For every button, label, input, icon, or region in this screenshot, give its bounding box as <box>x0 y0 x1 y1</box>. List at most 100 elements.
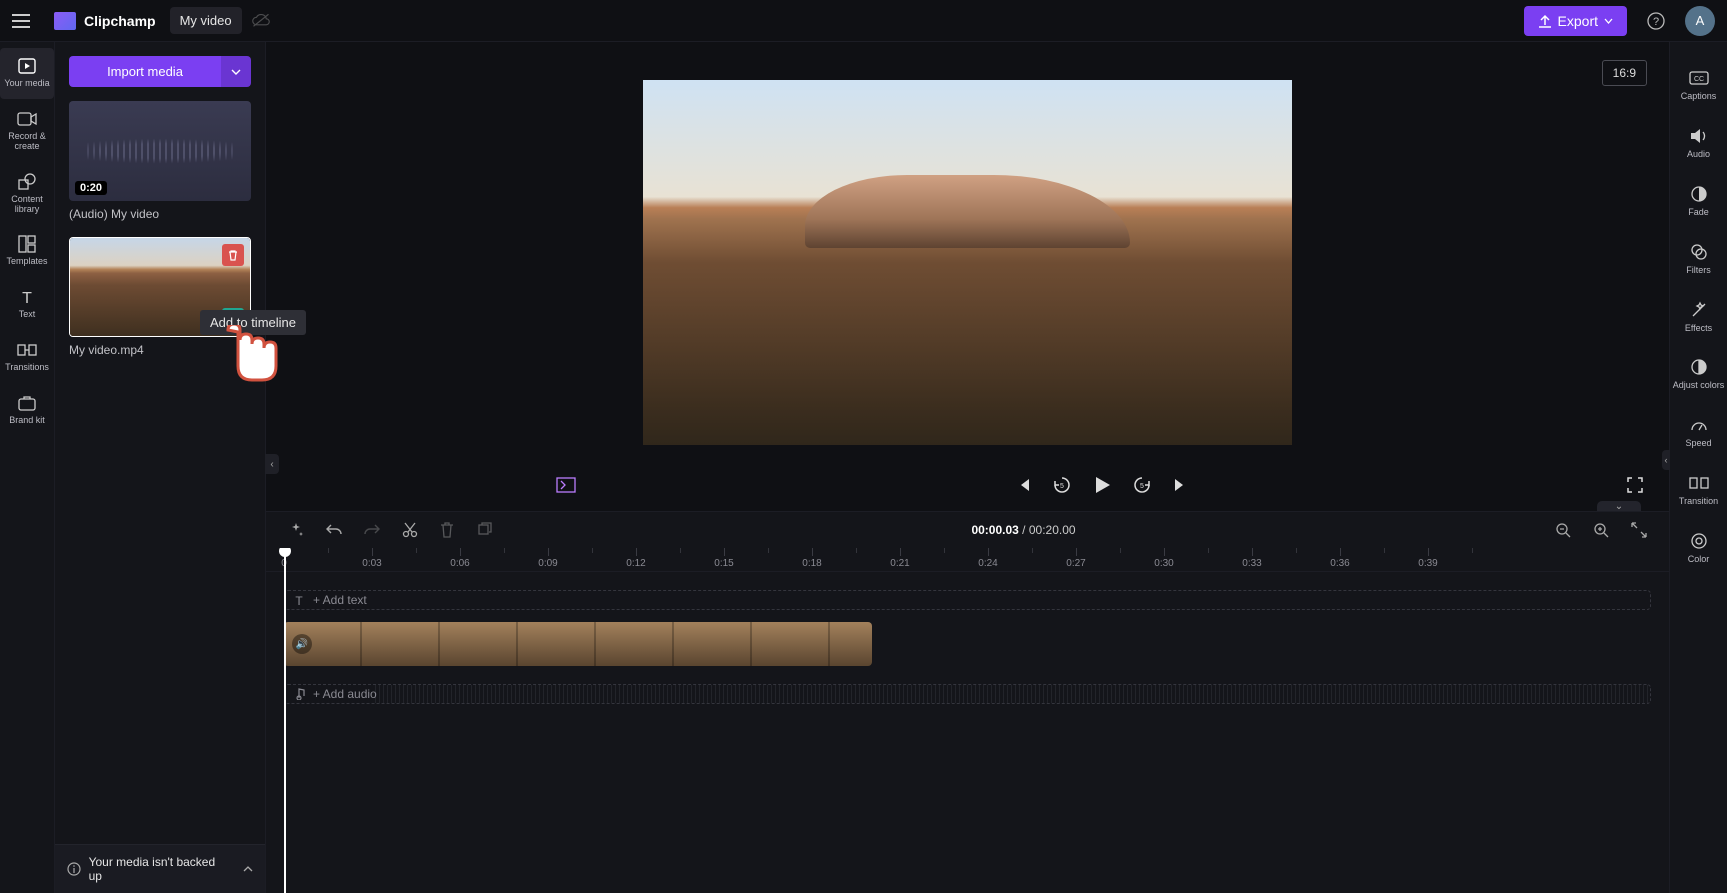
zoom-in-button[interactable] <box>1593 522 1609 538</box>
aspect-ratio-button[interactable]: 16:9 <box>1602 60 1647 86</box>
prop-label: Captions <box>1672 92 1725 102</box>
sidebar-item-label: Templates <box>2 257 52 267</box>
prop-effects[interactable]: Effects <box>1670 290 1727 344</box>
chevron-down-icon <box>231 69 241 75</box>
sidebar-item-label: Record & create <box>2 132 52 152</box>
prop-label: Adjust colors <box>1672 381 1725 391</box>
left-sidebar: Your media Record & create Content libra… <box>0 42 55 893</box>
export-button[interactable]: Export <box>1524 6 1627 36</box>
prop-label: Audio <box>1672 150 1725 160</box>
collapse-timeline-button[interactable]: ⌄ <box>1597 501 1641 511</box>
current-time: 00:00.03 <box>971 523 1018 537</box>
brand[interactable]: Clipchamp <box>54 12 156 30</box>
import-media-button[interactable]: Import media <box>69 56 221 87</box>
magic-icon[interactable] <box>288 522 304 538</box>
wand-icon <box>1672 300 1725 320</box>
delete-media-button[interactable] <box>222 244 244 266</box>
seek-forward-button[interactable]: 5 <box>1133 476 1151 494</box>
templates-icon <box>2 234 52 254</box>
project-title[interactable]: My video <box>170 7 242 34</box>
ruler-mark: 0:24 <box>988 548 1076 571</box>
ruler-mark: 0:33 <box>1252 548 1340 571</box>
skip-end-button[interactable] <box>1173 477 1189 493</box>
captions-icon: CC <box>1672 68 1725 88</box>
add-audio-label: + Add audio <box>313 687 377 701</box>
menu-icon[interactable] <box>12 7 40 35</box>
skip-start-button[interactable] <box>1015 477 1031 493</box>
sidebar-item-transitions[interactable]: Transitions <box>0 332 54 383</box>
sidebar-item-label: Your media <box>2 79 52 89</box>
sidebar-item-label: Brand kit <box>2 416 52 426</box>
prop-adjust-colors[interactable]: Adjust colors <box>1670 347 1727 401</box>
clipchamp-logo-icon <box>54 12 76 30</box>
split-button[interactable] <box>402 522 418 538</box>
crop-preview-button[interactable] <box>556 477 576 493</box>
delete-button[interactable] <box>440 522 454 538</box>
duplicate-button[interactable] <box>476 522 492 538</box>
ruler-mark: 0:09 <box>548 548 636 571</box>
svg-text:5: 5 <box>1140 483 1144 490</box>
avatar[interactable]: A <box>1685 6 1715 36</box>
fit-timeline-button[interactable] <box>1631 522 1647 538</box>
svg-text:T: T <box>295 594 303 606</box>
zoom-out-button[interactable] <box>1555 522 1571 538</box>
prop-speed[interactable]: Speed <box>1670 405 1727 459</box>
redo-button[interactable] <box>364 523 380 537</box>
prop-captions[interactable]: CC Captions <box>1670 58 1727 112</box>
prop-fade[interactable]: Fade <box>1670 174 1727 228</box>
chevron-up-icon <box>243 866 253 872</box>
media-item-audio[interactable]: 0:20 (Audio) My video <box>69 101 251 233</box>
import-media-dropdown[interactable] <box>221 56 251 87</box>
sidebar-item-brand-kit[interactable]: Brand kit <box>0 385 54 436</box>
sidebar-item-content-library[interactable]: Content library <box>0 164 54 225</box>
cloud-off-icon[interactable] <box>252 14 270 28</box>
prop-filters[interactable]: Filters <box>1670 232 1727 286</box>
media-icon <box>2 56 52 76</box>
add-text-track[interactable]: T + Add text <box>284 590 1651 610</box>
collapse-panel-button[interactable]: ‹ <box>265 454 279 474</box>
brand-kit-icon <box>2 393 52 413</box>
ruler-label: 0:39 <box>1418 558 1437 569</box>
media-item-name: (Audio) My video <box>69 201 251 233</box>
duration-badge: 0:20 <box>75 181 107 195</box>
media-panel: Import media 0:20 (Audio) My video + My … <box>55 42 266 893</box>
ruler-mark: 0:21 <box>900 548 988 571</box>
prop-color[interactable]: Color <box>1670 521 1727 575</box>
sidebar-item-record-create[interactable]: Record & create <box>0 101 54 162</box>
collapse-rightbar-button[interactable]: ‹ <box>1662 450 1670 470</box>
ruler-label: 0:21 <box>890 558 909 569</box>
playhead[interactable] <box>284 548 286 893</box>
ruler-label: 0:06 <box>450 558 469 569</box>
seek-back-button[interactable]: 5 <box>1053 476 1071 494</box>
ruler-label: 0:24 <box>978 558 997 569</box>
video-clip-track[interactable]: 🔊 <box>284 622 872 666</box>
ruler-mark: 0:39 <box>1428 548 1516 571</box>
timeline[interactable]: 00:030:060:090:120:150:180:210:240:270:3… <box>266 548 1669 893</box>
ruler-mark: 0:15 <box>724 548 812 571</box>
info-icon <box>67 862 81 876</box>
time-separator: / <box>1022 523 1025 537</box>
sidebar-item-text[interactable]: T Text <box>0 279 54 330</box>
play-button[interactable] <box>1093 475 1111 495</box>
music-note-icon <box>293 688 305 700</box>
media-item-name: My video.mp4 <box>69 337 251 369</box>
fullscreen-button[interactable] <box>1627 477 1643 493</box>
upload-icon <box>1538 14 1552 28</box>
clip-audio-icon[interactable]: 🔊 <box>292 634 312 654</box>
sidebar-item-your-media[interactable]: Your media <box>0 48 54 99</box>
timeline-ruler[interactable]: 00:030:060:090:120:150:180:210:240:270:3… <box>266 548 1669 572</box>
media-item-video[interactable]: + My video.mp4 <box>69 237 251 369</box>
help-icon[interactable]: ? <box>1641 6 1671 36</box>
sidebar-item-templates[interactable]: Templates <box>0 226 54 277</box>
video-preview[interactable] <box>643 80 1292 445</box>
player-controls: 5 5 <box>266 475 1669 495</box>
backup-status-bar[interactable]: Your media isn't backed up <box>55 844 265 893</box>
add-audio-track[interactable]: + Add audio <box>284 684 1651 704</box>
ruler-mark: 0:18 <box>812 548 900 571</box>
prop-transition[interactable]: Transition <box>1670 463 1727 517</box>
prop-label: Color <box>1672 555 1725 565</box>
timeline-toolbar: 00:00.03 / 00:20.00 <box>266 511 1669 548</box>
right-sidebar: ‹ CC Captions Audio Fade Filters Effects… <box>1669 42 1727 893</box>
prop-audio[interactable]: Audio <box>1670 116 1727 170</box>
undo-button[interactable] <box>326 523 342 537</box>
